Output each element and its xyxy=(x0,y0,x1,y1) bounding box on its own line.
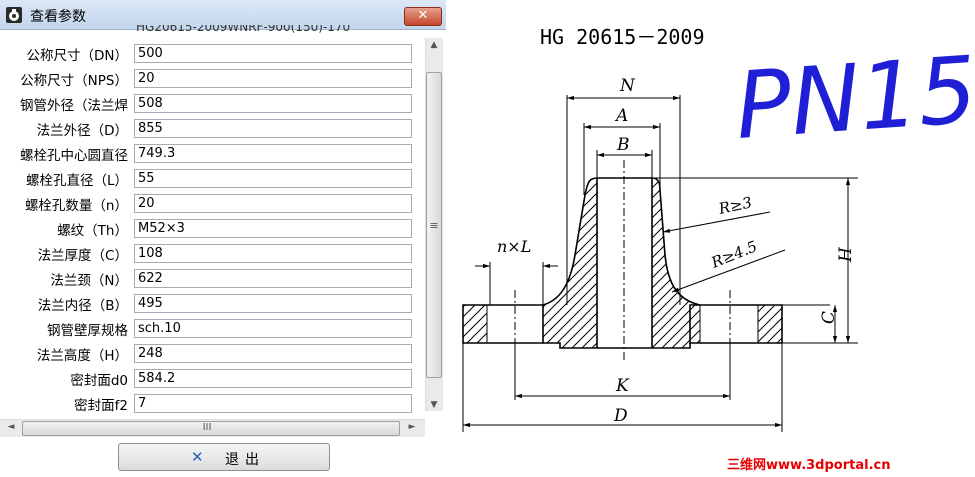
param-label: 公称尺寸（DN） xyxy=(26,48,129,64)
param-value-field[interactable]: 508 xyxy=(134,94,412,113)
watermark: 三维网www.3dportal.cn xyxy=(727,458,891,473)
param-row: 螺栓孔直径（L） 55 xyxy=(0,166,420,191)
parameter-dialog: 查看参数 ✕ HG20615-2009WNRF-900(150)-170 公称尺… xyxy=(0,0,446,477)
close-button[interactable]: ✕ xyxy=(404,7,442,26)
param-label: 螺栓孔中心圆直径 xyxy=(20,148,128,164)
partial-value-row: HG20615-2009WNRF-900(150)-170 xyxy=(136,25,412,35)
dialog-title: 查看参数 xyxy=(30,9,86,25)
scroll-down-arrow-icon[interactable]: ▼ xyxy=(426,400,442,410)
label-nL: n×L xyxy=(497,237,531,256)
app-icon xyxy=(6,7,22,23)
label-C: C xyxy=(819,311,839,324)
param-row: 密封面d0 584.2 xyxy=(0,366,420,391)
param-row: 密封面f2 7 xyxy=(0,391,420,416)
param-value-field[interactable]: 622 xyxy=(134,269,412,288)
scroll-up-arrow-icon[interactable]: ▲ xyxy=(426,40,442,50)
left-edge-hatch xyxy=(462,304,488,344)
handwritten-note: PN150 xyxy=(732,32,975,160)
param-row: 钢管壁厚规格 sch.10 xyxy=(0,316,420,341)
param-row: 螺纹（Th） M52×3 xyxy=(0,216,420,241)
param-value-field[interactable]: 495 xyxy=(134,294,412,313)
param-row: 法兰颈（N） 622 xyxy=(0,266,420,291)
param-label: 密封面d0 xyxy=(70,373,128,389)
param-label: 螺栓孔数量（n） xyxy=(24,198,128,214)
param-label: 钢管外径（法兰焊 xyxy=(20,98,128,114)
param-row: 法兰内径（B） 495 xyxy=(0,291,420,316)
flange-drawing: N A B R≥3 R≥4.5 n×L H C K D PN150 xyxy=(462,32,975,432)
param-row: 公称尺寸（DN） 500 xyxy=(0,41,420,66)
param-row: 公称尺寸（NPS） 20 xyxy=(0,66,420,91)
param-row: 钢管外径（法兰焊 508 xyxy=(0,91,420,116)
close-icon: ✕ xyxy=(417,8,429,23)
param-label: 公称尺寸（NPS） xyxy=(20,73,128,89)
label-r2: R≥4.5 xyxy=(708,237,760,272)
label-N: N xyxy=(619,76,636,96)
param-row: 螺栓孔数量（n） 20 xyxy=(0,191,420,216)
label-D: D xyxy=(613,406,628,426)
param-label: 法兰内径（B） xyxy=(37,298,128,314)
param-value-field[interactable]: sch.10 xyxy=(134,319,412,338)
param-value-field[interactable]: 500 xyxy=(134,44,412,63)
scroll-right-arrow-icon[interactable]: ► xyxy=(404,422,420,432)
label-A: A xyxy=(614,106,628,126)
param-label: 密封面f2 xyxy=(74,398,128,414)
param-label: 法兰颈（N） xyxy=(50,273,128,289)
param-row: 法兰高度（H） 248 xyxy=(0,341,420,366)
exit-x-icon: ✕ xyxy=(191,448,204,466)
scroll-left-arrow-icon[interactable]: ◄ xyxy=(3,422,19,432)
param-value-field[interactable]: 855 xyxy=(134,119,412,138)
param-row: 法兰外径（D） 855 xyxy=(0,116,420,141)
param-value-field[interactable]: 7 xyxy=(134,394,412,413)
param-label: 法兰厚度（C） xyxy=(37,248,128,264)
exit-button-label: 退出 xyxy=(225,452,265,468)
hub-right-hatch xyxy=(651,177,701,349)
param-label: 钢管壁厚规格 xyxy=(47,323,128,339)
parameter-list: HG20615-2009WNRF-900(150)-170 公称尺寸（DN） 50… xyxy=(0,25,446,477)
label-B: B xyxy=(616,135,630,155)
scroll-grip-icon: ≡ xyxy=(429,219,439,232)
label-r1: R≥3 xyxy=(716,193,753,218)
partial-value: HG20615-2009WNRF-900(150)-170 xyxy=(136,25,351,34)
right-edge-hatch xyxy=(757,304,783,344)
param-value-field[interactable]: 749.3 xyxy=(134,144,412,163)
param-value-field[interactable]: 20 xyxy=(134,69,412,88)
param-row: 法兰厚度（C） 108 xyxy=(0,241,420,266)
label-K: K xyxy=(615,376,630,396)
param-label: 法兰外径（D） xyxy=(36,123,128,139)
param-value-field[interactable]: 108 xyxy=(134,244,412,263)
param-label: 螺栓孔直径（L） xyxy=(25,173,128,189)
hscroll-grip-icon: III xyxy=(202,422,212,433)
exit-button[interactable]: ✕ 退出 xyxy=(118,443,330,471)
param-value-field[interactable]: 55 xyxy=(134,169,412,188)
label-H: H xyxy=(836,246,856,263)
leader-r1 xyxy=(662,211,771,233)
param-value-field[interactable]: 248 xyxy=(134,344,412,363)
param-value-field[interactable]: 20 xyxy=(134,194,412,213)
param-value-field[interactable]: M52×3 xyxy=(134,219,412,238)
hub-left-hatch xyxy=(542,177,598,349)
param-label: 螺纹（Th） xyxy=(57,223,128,239)
param-row: 螺栓孔中心圆直径 749.3 xyxy=(0,141,420,166)
param-value-field[interactable]: 584.2 xyxy=(134,369,412,388)
standard-title: HG 20615－2009 xyxy=(540,25,705,49)
param-label: 法兰高度（H） xyxy=(36,348,128,364)
